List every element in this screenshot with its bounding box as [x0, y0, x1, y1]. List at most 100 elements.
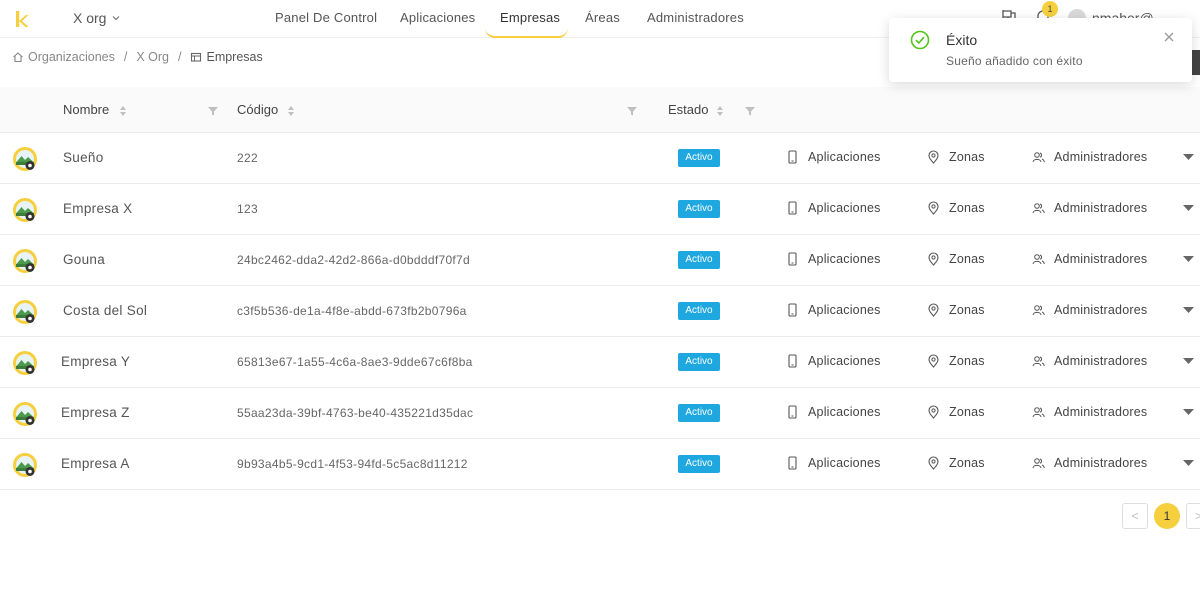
company-avatar-icon — [13, 147, 37, 171]
table-row[interactable]: Empresa A 9b93a4b5-9cd1-4f53-94fd-5c5ac8… — [0, 439, 1200, 490]
administrators-link[interactable]: Administradores — [1032, 201, 1147, 215]
company-avatar-icon — [13, 249, 37, 273]
column-header-status[interactable]: Estado — [668, 102, 708, 117]
table-row[interactable]: Sueño 222 Activo Aplicaciones Zonas Admi… — [0, 133, 1200, 184]
breadcrumb-label: Organizaciones — [28, 50, 115, 64]
administrators-label: Administradores — [1054, 303, 1148, 317]
tab-administradores[interactable]: Administradores — [647, 10, 744, 25]
logo-icon[interactable] — [14, 9, 30, 29]
success-toast: Éxito Sueño añadido con éxito — [889, 18, 1192, 82]
home-icon — [13, 52, 23, 63]
administrators-label: Administradores — [1054, 252, 1148, 266]
users-icon — [1032, 152, 1045, 163]
company-name: Empresa X — [63, 201, 133, 216]
administrators-link[interactable]: Administradores — [1032, 303, 1147, 317]
caret-down-icon[interactable] — [1183, 204, 1194, 212]
company-code: 9b93a4b5-9cd1-4f53-94fd-5c5ac8d11212 — [237, 457, 468, 471]
applications-link[interactable]: Aplicaciones — [786, 354, 881, 368]
applications-label: Aplicaciones — [808, 201, 881, 215]
administrators-link[interactable]: Administradores — [1032, 150, 1147, 164]
breadcrumb-label: Empresas — [206, 50, 263, 64]
caret-down-icon[interactable] — [1183, 357, 1194, 365]
pagination-next-button[interactable]: > — [1186, 503, 1200, 529]
breadcrumb-separator: / — [123, 50, 128, 64]
company-avatar-icon — [13, 351, 37, 375]
building-icon — [191, 52, 202, 62]
administrators-link[interactable]: Administradores — [1032, 405, 1147, 419]
location-pin-icon — [928, 150, 939, 164]
close-icon[interactable] — [1163, 31, 1175, 43]
mobile-icon — [788, 303, 797, 317]
tab-panel-de-control[interactable]: Panel De Control — [275, 10, 377, 25]
table-row[interactable]: Empresa X 123 Activo Aplicaciones Zonas … — [0, 184, 1200, 235]
column-header-code[interactable]: Código — [237, 102, 278, 117]
mobile-icon — [788, 252, 797, 266]
users-icon — [1032, 305, 1045, 316]
org-name: X org — [73, 10, 107, 26]
sort-icon[interactable] — [119, 105, 127, 117]
breadcrumb-organizaciones[interactable]: Organizaciones — [12, 50, 115, 64]
applications-link[interactable]: Aplicaciones — [786, 201, 881, 215]
table-body: Sueño 222 Activo Aplicaciones Zonas Admi… — [0, 133, 1200, 490]
applications-link[interactable]: Aplicaciones — [786, 150, 881, 164]
administrators-link[interactable]: Administradores — [1032, 456, 1147, 470]
zones-label: Zonas — [949, 456, 985, 470]
breadcrumb-x-org[interactable]: X Org — [136, 50, 169, 64]
administrators-link[interactable]: Administradores — [1032, 252, 1147, 266]
company-avatar-icon — [13, 198, 37, 222]
sort-icon[interactable] — [287, 105, 295, 117]
tab-areas[interactable]: Áreas — [585, 10, 620, 25]
users-icon — [1032, 458, 1045, 469]
filter-icon[interactable] — [627, 106, 637, 116]
table-row[interactable]: Empresa Z 55aa23da-39bf-4763-be40-435221… — [0, 388, 1200, 439]
zones-link[interactable]: Zonas — [927, 456, 985, 470]
tab-empresas[interactable]: Empresas — [500, 10, 560, 25]
breadcrumb-separator: / — [178, 50, 182, 64]
org-switcher[interactable]: X org — [73, 10, 120, 26]
location-pin-icon — [928, 252, 939, 266]
sort-icon[interactable] — [716, 105, 724, 117]
filter-icon[interactable] — [745, 106, 755, 116]
company-name: Empresa Y — [61, 354, 131, 369]
company-name: Empresa Z — [61, 405, 130, 420]
pagination-page-1[interactable]: 1 — [1154, 503, 1180, 529]
administrators-label: Administradores — [1054, 150, 1148, 164]
administrators-label: Administradores — [1054, 405, 1148, 419]
company-name: Costa del Sol — [63, 303, 148, 318]
table-row[interactable]: Empresa Y 65813e67-1a55-4c6a-8ae3-9dde67… — [0, 337, 1200, 388]
location-pin-icon — [928, 405, 939, 419]
applications-link[interactable]: Aplicaciones — [786, 252, 881, 266]
pagination-prev-button[interactable]: < — [1122, 503, 1148, 529]
administrators-link[interactable]: Administradores — [1032, 354, 1147, 368]
mobile-icon — [788, 150, 797, 164]
company-name: Gouna — [63, 252, 106, 267]
zones-link[interactable]: Zonas — [927, 252, 985, 266]
caret-down-icon[interactable] — [1183, 408, 1194, 416]
zones-link[interactable]: Zonas — [927, 150, 985, 164]
caret-down-icon[interactable] — [1183, 459, 1194, 467]
users-icon — [1032, 203, 1045, 214]
company-avatar-icon — [13, 453, 37, 477]
active-tab-indicator — [485, 28, 568, 38]
toast-message: Sueño añadido con éxito — [946, 54, 1083, 68]
caret-down-icon[interactable] — [1183, 255, 1194, 263]
company-code: 65813e67-1a55-4c6a-8ae3-9dde67c6f8ba — [237, 355, 473, 369]
applications-label: Aplicaciones — [808, 405, 881, 419]
applications-link[interactable]: Aplicaciones — [786, 456, 881, 470]
zones-link[interactable]: Zonas — [927, 405, 985, 419]
table-row[interactable]: Costa del Sol c3f5b536-de1a-4f8e-abdd-67… — [0, 286, 1200, 337]
applications-label: Aplicaciones — [808, 354, 881, 368]
applications-link[interactable]: Aplicaciones — [786, 405, 881, 419]
caret-down-icon[interactable] — [1183, 153, 1194, 161]
column-header-name[interactable]: Nombre — [63, 102, 109, 117]
status-badge: Activo — [678, 353, 720, 371]
tab-aplicaciones[interactable]: Aplicaciones — [400, 10, 475, 25]
zones-link[interactable]: Zonas — [927, 303, 985, 317]
zones-link[interactable]: Zonas — [927, 354, 985, 368]
applications-link[interactable]: Aplicaciones — [786, 303, 881, 317]
administrators-label: Administradores — [1054, 201, 1148, 215]
table-row[interactable]: Gouna 24bc2462-dda2-42d2-866a-d0bdddf70f… — [0, 235, 1200, 286]
caret-down-icon[interactable] — [1183, 306, 1194, 314]
filter-icon[interactable] — [208, 106, 218, 116]
zones-link[interactable]: Zonas — [927, 201, 985, 215]
